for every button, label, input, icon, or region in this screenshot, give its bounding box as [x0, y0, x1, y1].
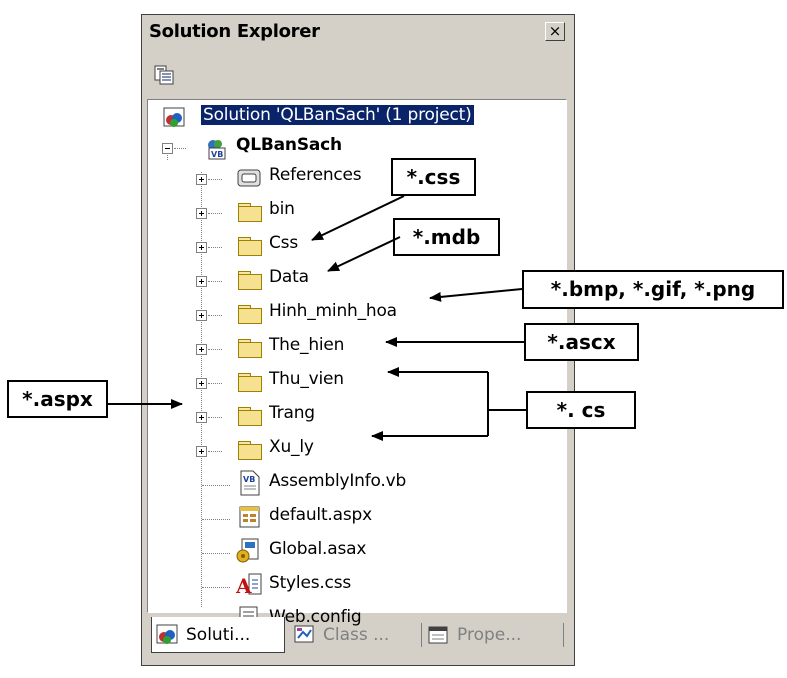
- tree-item-default-aspx[interactable]: default.aspx: [148, 502, 566, 532]
- tree-row-project[interactable]: VB QLBanSach: [148, 132, 566, 162]
- tree-row-solution[interactable]: Solution 'QLBanSach' (1 project): [148, 102, 566, 132]
- vb-file-icon: VB: [240, 470, 260, 496]
- folder-icon: [237, 440, 263, 460]
- folder-icon: [237, 372, 263, 392]
- references-icon: [237, 169, 261, 187]
- tab-label: Prope...: [457, 625, 522, 645]
- solution-explorer-icon: [156, 624, 178, 644]
- tree-connector: [202, 485, 230, 486]
- tab-class-view[interactable]: Class ...: [289, 617, 417, 653]
- tree-item-references[interactable]: References: [148, 162, 566, 192]
- tree-item-label: Trang: [269, 403, 315, 423]
- panel-title: Solution Explorer: [149, 21, 320, 42]
- tree-item-styles-css[interactable]: A Styles.css: [148, 570, 566, 600]
- collapse-icon[interactable]: [162, 143, 173, 154]
- close-button[interactable]: ×: [545, 22, 565, 41]
- tree-connector: [208, 417, 222, 418]
- solution-tree[interactable]: Solution 'QLBanSach' (1 project) VB QLBa…: [147, 99, 567, 631]
- tree-item-global-asax[interactable]: Global.asax: [148, 536, 566, 566]
- tree-item-css-folder[interactable]: Css: [148, 230, 566, 260]
- class-view-icon: [294, 625, 314, 643]
- tree-item-label: Hinh_minh_hoa: [269, 301, 397, 321]
- expand-icon[interactable]: [196, 446, 207, 457]
- callout-ascx: *.ascx: [524, 323, 639, 361]
- close-icon: ×: [548, 22, 562, 40]
- tree-item-label: default.aspx: [269, 505, 372, 525]
- tree-item-label: Xu_ly: [269, 437, 314, 457]
- project-label: QLBanSach: [236, 135, 342, 155]
- tree-item-label: The_hien: [269, 335, 345, 355]
- callout-mdb: *.mdb: [393, 218, 500, 256]
- expand-icon[interactable]: [196, 276, 207, 287]
- tree-item-bin[interactable]: bin: [148, 196, 566, 226]
- folder-icon: [237, 202, 263, 222]
- tab-separator: [421, 623, 422, 647]
- panel-tabs: Soluti... Class ... Prope...: [147, 615, 567, 659]
- tree-item-label: Styles.css: [269, 573, 352, 593]
- expand-icon[interactable]: [196, 242, 207, 253]
- tab-separator: [563, 623, 564, 647]
- tree-connector: [208, 451, 222, 452]
- tree-connector: [208, 213, 222, 214]
- vb-project-icon: VB: [208, 140, 226, 160]
- asax-file-icon: [236, 538, 259, 563]
- tree-item-the-hien[interactable]: The_hien: [148, 332, 566, 362]
- expand-icon[interactable]: [196, 208, 207, 219]
- tree-connector: [208, 349, 222, 350]
- tree-connector: [208, 315, 222, 316]
- expand-icon[interactable]: [196, 310, 207, 321]
- expand-icon[interactable]: [196, 344, 207, 355]
- svg-text:A: A: [236, 574, 252, 598]
- folder-icon: [237, 338, 263, 358]
- folder-icon: [237, 270, 263, 290]
- tree-connector: [208, 383, 222, 384]
- tree-connector: [208, 281, 222, 282]
- tree-connector: [202, 553, 230, 554]
- tree-connector: [208, 247, 222, 248]
- expand-icon[interactable]: [196, 174, 207, 185]
- panel-titlebar[interactable]: Solution Explorer ×: [143, 16, 573, 50]
- tree-item-xu-ly[interactable]: Xu_ly: [148, 434, 566, 464]
- solution-icon: [163, 107, 185, 127]
- tab-label: Soluti...: [186, 625, 251, 645]
- tab-label: Class ...: [323, 625, 390, 645]
- folder-icon: [237, 304, 263, 324]
- solution-explorer-panel: Solution Explorer × Solution 'QLBanSach'…: [141, 14, 575, 666]
- tree-item-label: AssemblyInfo.vb: [269, 471, 407, 491]
- tree-connector: [208, 179, 222, 180]
- tree-connector: [174, 148, 186, 149]
- tree-item-assemblyinfo[interactable]: VB AssemblyInfo.vb: [148, 468, 566, 498]
- tree-connector: [202, 587, 230, 588]
- aspx-file-icon: [239, 506, 260, 528]
- callout-css: *.css: [391, 158, 476, 196]
- folder-icon: [237, 406, 263, 426]
- tree-item-thu-vien[interactable]: Thu_vien: [148, 366, 566, 396]
- tab-properties[interactable]: Prope...: [423, 617, 563, 653]
- tree-item-label: References: [269, 165, 362, 185]
- folder-icon: [237, 236, 263, 256]
- css-file-icon: A: [236, 573, 262, 598]
- tree-item-label: Global.asax: [269, 539, 367, 559]
- svg-text:VB: VB: [211, 150, 223, 159]
- callout-images: *.bmp, *.gif, *.png: [522, 270, 784, 309]
- tree-item-label: Css: [269, 233, 298, 253]
- tree-connector: [202, 519, 230, 520]
- tree-item-label: Data: [269, 267, 309, 287]
- tree-item-label: bin: [269, 199, 295, 219]
- panel-toolbar: [143, 51, 573, 101]
- tree-item-trang[interactable]: Trang: [148, 400, 566, 430]
- properties-toolbar-icon[interactable]: [153, 64, 175, 86]
- tree-item-data[interactable]: Data: [148, 264, 566, 294]
- tree-item-hinh-minh-hoa[interactable]: Hinh_minh_hoa: [148, 298, 566, 328]
- properties-icon: [428, 626, 448, 644]
- expand-icon[interactable]: [196, 412, 207, 423]
- tree-item-label: Thu_vien: [269, 369, 344, 389]
- callout-aspx: *.aspx: [7, 380, 108, 418]
- callout-cs: *. cs: [526, 391, 636, 429]
- solution-label: Solution 'QLBanSach' (1 project): [201, 105, 474, 125]
- svg-text:VB: VB: [243, 475, 255, 484]
- expand-icon[interactable]: [196, 378, 207, 389]
- tab-solution-explorer[interactable]: Soluti...: [151, 617, 285, 653]
